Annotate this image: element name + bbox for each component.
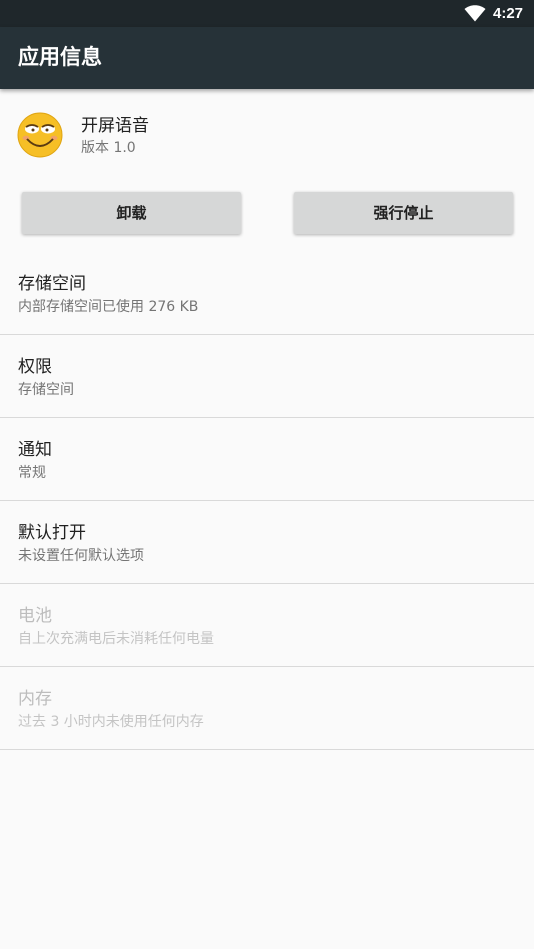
page-title: 应用信息 (18, 45, 102, 69)
settings-row-open-by-default[interactable]: 默认打开 未设置任何默认选项 (0, 501, 534, 584)
row-title: 通知 (18, 440, 52, 460)
force-stop-button[interactable]: 强行停止 (294, 192, 513, 234)
uninstall-button[interactable]: 卸载 (22, 192, 241, 234)
app-header: 开屏语音 版本 1.0 (0, 90, 534, 185)
wifi-icon (464, 5, 486, 22)
row-subtitle: 常规 (18, 465, 46, 481)
smiley-face-icon (17, 112, 63, 158)
status-time: 4:27 (493, 5, 524, 22)
row-title: 电池 (18, 606, 52, 626)
settings-row-memory: 内存 过去 3 小时内未使用任何内存 (0, 667, 534, 750)
settings-row-storage[interactable]: 存储空间 内部存储空间已使用 276 KB (0, 252, 534, 335)
row-subtitle: 未设置任何默认选项 (18, 548, 144, 564)
settings-row-battery: 电池 自上次充满电后未消耗任何电量 (0, 584, 534, 667)
row-title: 权限 (18, 357, 52, 377)
row-title: 默认打开 (18, 523, 86, 543)
row-subtitle: 过去 3 小时内未使用任何内存 (18, 714, 204, 730)
row-subtitle: 自上次充满电后未消耗任何电量 (18, 631, 214, 647)
app-version: 版本 1.0 (81, 140, 136, 156)
row-title: 存储空间 (18, 274, 86, 294)
app-bar: 应用信息 (0, 27, 534, 89)
app-name: 开屏语音 (81, 116, 149, 136)
row-title: 内存 (18, 689, 52, 709)
row-subtitle: 内部存储空间已使用 276 KB (18, 299, 199, 315)
row-subtitle: 存储空间 (18, 382, 74, 398)
settings-row-notifications[interactable]: 通知 常规 (0, 418, 534, 501)
status-bar: 4:27 (0, 0, 534, 27)
settings-row-permissions[interactable]: 权限 存储空间 (0, 335, 534, 418)
